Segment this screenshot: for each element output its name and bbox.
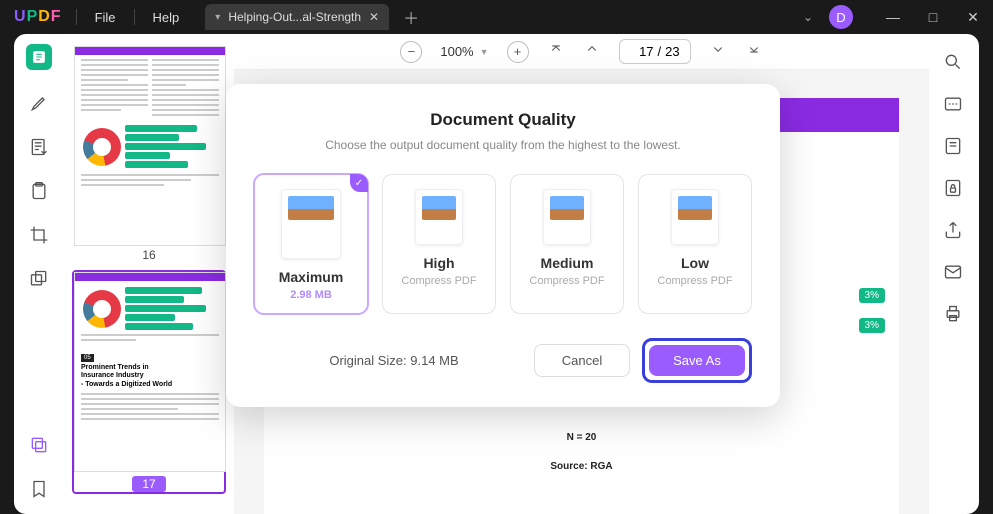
batch-icon[interactable] <box>28 268 50 290</box>
page-thumb-17[interactable]: 05 Prominent Trends in Insurance Industr… <box>72 270 226 494</box>
page-thumb-16[interactable]: 16 <box>72 44 226 264</box>
zoom-in-button[interactable]: + <box>507 41 529 63</box>
check-icon <box>350 174 368 192</box>
tab-close-icon[interactable]: ✕ <box>369 10 379 24</box>
dialog-subtitle: Choose the output document quality from … <box>254 138 752 152</box>
thumb-page-number: 17 <box>132 476 165 492</box>
thumb-section-title: Prominent Trends in Insurance Industry -… <box>75 364 225 389</box>
ocr-icon[interactable] <box>943 94 965 116</box>
app-logo: UPDF <box>0 8 76 26</box>
left-rail <box>14 34 64 514</box>
original-size-label: Original Size: 9.14 MB <box>254 353 534 368</box>
dialog-footer: Original Size: 9.14 MB Cancel Save As <box>254 338 752 383</box>
clipboard-icon[interactable] <box>28 180 50 202</box>
reader-mode-icon[interactable] <box>26 44 52 70</box>
last-page-button[interactable] <box>745 40 763 63</box>
tab-title: Helping-Out...al-Strength <box>228 10 361 24</box>
option-label: High <box>389 255 489 271</box>
view-toolbar: − 100% ▼ + / 23 <box>234 34 929 70</box>
option-label: Maximum <box>261 269 361 285</box>
save-as-highlight: Save As <box>642 338 752 383</box>
new-tab-button[interactable]: ＋ <box>403 5 419 29</box>
n-label: N = 20 <box>264 432 899 443</box>
document-quality-dialog: Document Quality Choose the output docum… <box>226 84 780 407</box>
print-icon[interactable] <box>943 304 965 326</box>
option-sub: Compress PDF <box>645 275 745 287</box>
tab-dot-icon: ▾ <box>215 12 220 23</box>
data-tag: 3% <box>859 288 885 303</box>
quality-option-medium[interactable]: Medium Compress PDF <box>510 174 624 314</box>
quality-option-low[interactable]: Low Compress PDF <box>638 174 752 314</box>
option-sub: Compress PDF <box>517 275 617 287</box>
chevron-down-icon: ▼ <box>480 47 489 57</box>
prev-page-button[interactable] <box>583 40 601 63</box>
bookmark-icon[interactable] <box>28 478 50 500</box>
form-icon[interactable] <box>943 136 965 158</box>
highlighter-icon[interactable] <box>28 92 50 114</box>
window-minimize[interactable]: — <box>873 9 913 25</box>
option-label: Medium <box>517 255 617 271</box>
page-sep: / <box>658 44 662 59</box>
first-page-button[interactable] <box>547 40 565 63</box>
quality-option-group: Maximum 2.98 MB High Compress PDF Medium… <box>254 174 752 314</box>
menu-file[interactable]: File <box>77 10 134 25</box>
page-number-input[interactable]: / 23 <box>619 39 691 64</box>
cancel-button[interactable]: Cancel <box>534 344 630 377</box>
tab-overflow-icon[interactable]: ⌄ <box>803 10 813 24</box>
next-page-button[interactable] <box>709 40 727 63</box>
email-icon[interactable] <box>943 262 965 284</box>
option-size: 2.98 MB <box>261 289 361 301</box>
zoom-level[interactable]: 100% ▼ <box>440 44 488 59</box>
option-sub: Compress PDF <box>389 275 489 287</box>
crop-icon[interactable] <box>28 224 50 246</box>
protect-icon[interactable] <box>943 178 965 200</box>
quality-option-maximum[interactable]: Maximum 2.98 MB <box>254 174 368 314</box>
menu-help[interactable]: Help <box>135 10 198 25</box>
document-tab[interactable]: ▾ Helping-Out...al-Strength ✕ ＋ <box>205 4 419 30</box>
data-tag: 3% <box>859 318 885 333</box>
source-label: Source: RGA <box>264 461 899 472</box>
page-total: 23 <box>665 44 679 59</box>
quality-option-high[interactable]: High Compress PDF <box>382 174 496 314</box>
dialog-title: Document Quality <box>254 110 752 130</box>
page-current[interactable] <box>630 44 654 59</box>
window-close[interactable]: ✕ <box>953 9 993 26</box>
option-label: Low <box>645 255 745 271</box>
right-rail <box>929 34 979 514</box>
edit-text-icon[interactable] <box>28 136 50 158</box>
search-icon[interactable] <box>943 52 965 74</box>
title-bar: UPDF File Help ▾ Helping-Out...al-Streng… <box>0 0 993 34</box>
thumb-section-num: 05 <box>81 354 94 362</box>
layers-icon[interactable] <box>28 434 50 456</box>
save-as-button[interactable]: Save As <box>649 345 745 376</box>
user-avatar[interactable]: D <box>829 5 853 29</box>
thumbnail-panel: 16 05 Prominent Trends in Insurance Indu… <box>64 34 234 514</box>
zoom-out-button[interactable]: − <box>400 41 422 63</box>
share-icon[interactable] <box>943 220 965 242</box>
window-maximize[interactable]: □ <box>913 9 953 25</box>
thumb-page-number: 16 <box>74 248 224 262</box>
